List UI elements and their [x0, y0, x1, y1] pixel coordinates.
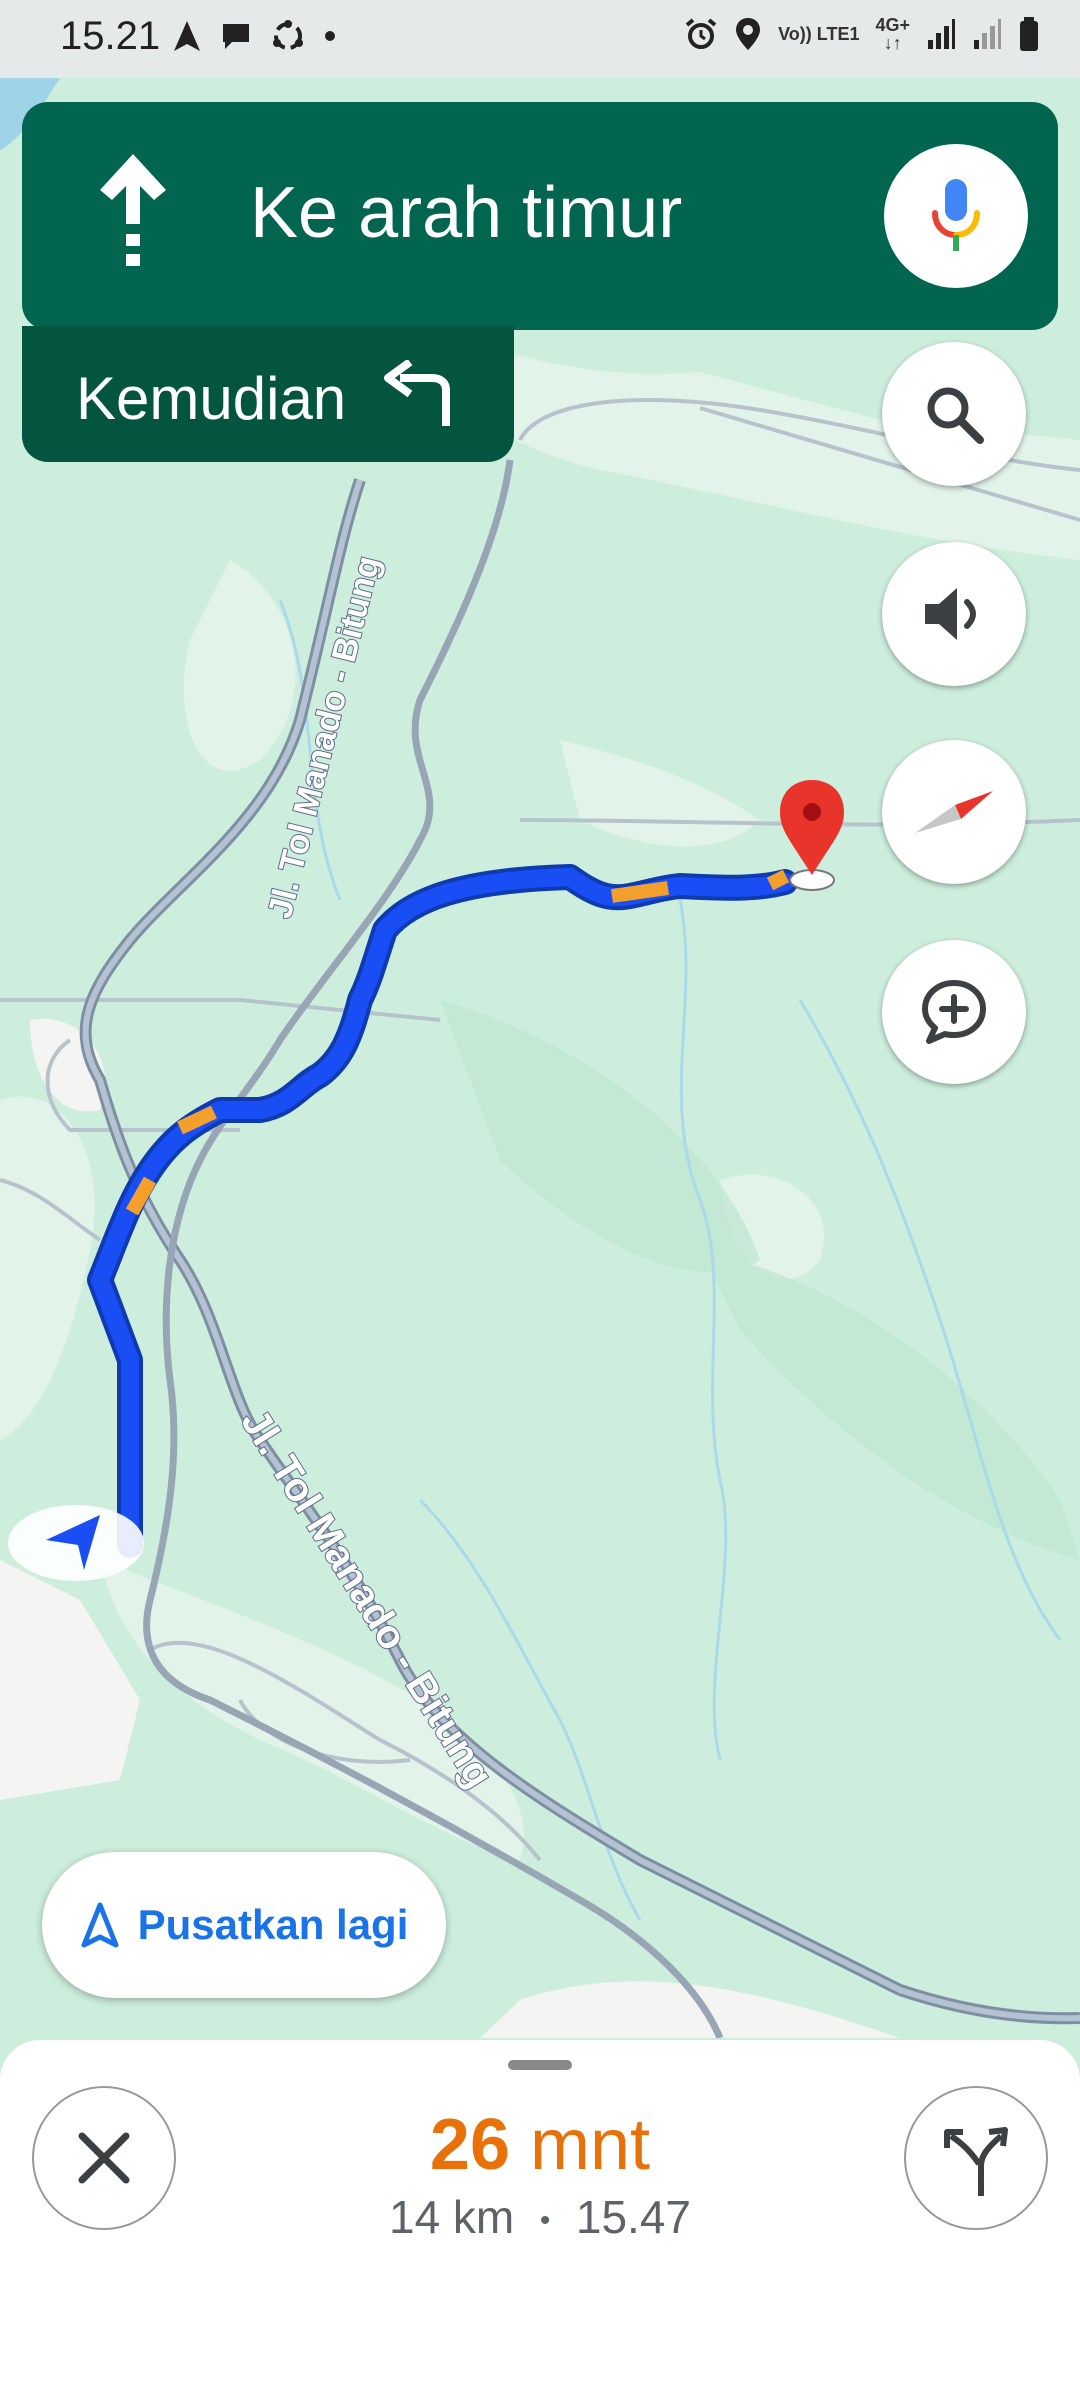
- microphone-icon: [932, 179, 980, 251]
- battery-icon: [1020, 17, 1038, 51]
- search-button[interactable]: [882, 342, 1026, 486]
- search-icon: [927, 387, 984, 444]
- fork-route-icon: [944, 2127, 1008, 2196]
- arrival-time: 15.47: [575, 2191, 692, 2243]
- instruction-text: Ke arah timur: [250, 173, 683, 253]
- network-type: Vo)) LTE1: [778, 24, 860, 44]
- drag-handle[interactable]: [508, 2060, 572, 2070]
- report-incident-button[interactable]: [882, 940, 1026, 1084]
- trip-distance: 14 km: [388, 2191, 515, 2243]
- navigation-arrow-icon: [174, 21, 200, 51]
- more-dot-icon: [325, 31, 335, 41]
- sound-button[interactable]: [882, 542, 1026, 686]
- message-icon: [223, 24, 249, 49]
- volume-icon: [925, 588, 976, 640]
- add-comment-icon: [922, 980, 986, 1044]
- alarm-icon: [685, 18, 717, 49]
- duration-value: 26: [429, 2105, 511, 2185]
- sync-icon: [273, 20, 303, 50]
- turn-left-icon: [384, 360, 450, 426]
- navigation-arrow-icon: [81, 1902, 119, 1948]
- current-location-icon: [8, 1505, 144, 1581]
- signal-2-icon: [974, 19, 1001, 49]
- signal-icon: [928, 19, 955, 49]
- voice-search-button[interactable]: [884, 144, 1028, 288]
- then-label: Kemudian: [76, 365, 347, 432]
- next-instruction-card[interactable]: Kemudian: [22, 326, 514, 462]
- recenter-label: Pusatkan lagi: [137, 1901, 409, 1948]
- status-time: 15.21: [60, 14, 161, 58]
- duration-unit: mnt: [530, 2105, 651, 2185]
- navigation-instruction-card[interactable]: Ke arah timur: [22, 102, 1058, 330]
- compass-button[interactable]: [882, 740, 1026, 884]
- network-4g: 4G+ ↓↑: [875, 15, 910, 53]
- detail-separator: •: [539, 2203, 551, 2237]
- recenter-button[interactable]: Pusatkan lagi: [42, 1852, 446, 1998]
- straight-arrow-icon: [100, 154, 166, 266]
- compass-icon: [915, 791, 993, 833]
- location-icon: [736, 18, 761, 50]
- trip-summary-sheet[interactable]: 26 mnt 14 km • 15.47: [0, 2040, 1080, 2400]
- alternate-routes-button[interactable]: [904, 2086, 1048, 2230]
- status-bar: 15.21 Vo)) LTE1 4G+ ↓↑: [0, 0, 1080, 78]
